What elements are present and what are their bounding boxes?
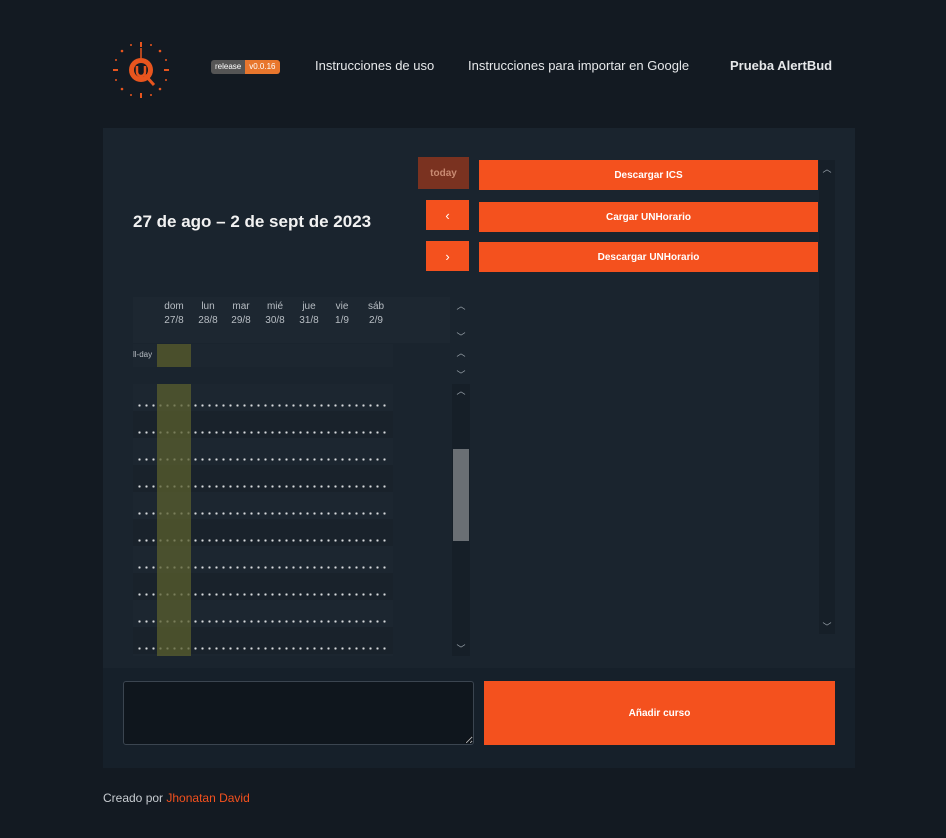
app-logo[interactable]: [110, 40, 172, 100]
grid-scroll-down-icon[interactable]: ﹀: [455, 644, 467, 654]
course-input[interactable]: [123, 681, 474, 745]
footer-credit: Creado por Jhonatan David: [103, 791, 250, 805]
allday-label: ll-day: [133, 350, 153, 359]
nav-usage-instructions[interactable]: Instrucciones de uso: [315, 58, 434, 73]
next-week-button[interactable]: ›: [426, 241, 469, 271]
day-header-mon[interactable]: lun 28/8: [191, 300, 225, 328]
scroll-up-icon[interactable]: ︿: [821, 164, 833, 174]
logo-clock-icon: [113, 42, 169, 98]
allday-scroll-up-icon[interactable]: ︿: [455, 348, 467, 358]
prev-week-button[interactable]: ‹: [426, 200, 469, 230]
allday-today-cell: [157, 344, 191, 367]
header-scroll-down-icon[interactable]: ﹀: [455, 332, 467, 342]
today-button[interactable]: today: [418, 157, 469, 189]
allday-scroll-down-icon[interactable]: ﹀: [455, 370, 467, 380]
add-course-bar: Añadir curso: [103, 668, 855, 768]
scroll-down-icon[interactable]: ﹀: [821, 622, 833, 632]
add-course-button[interactable]: Añadir curso: [484, 681, 835, 745]
main-panel: 27 de ago – 2 de sept de 2023 today ‹ › …: [103, 128, 855, 768]
header-scroll-up-icon[interactable]: ︿: [455, 301, 467, 311]
load-unhorario-button[interactable]: Cargar UNHorario: [479, 202, 818, 232]
chevron-left-icon: ‹: [445, 207, 450, 223]
day-header-thu[interactable]: jue 31/8: [292, 300, 326, 328]
day-header-wed[interactable]: mié 30/8: [258, 300, 292, 328]
calendar-day-header: dom 27/8 lun 28/8 mar 29/8 mié 30/8 jue 31/8 …: [133, 297, 450, 343]
nav-alertbud[interactable]: Prueba AlertBud: [730, 58, 832, 73]
day-header-sat[interactable]: sáb 2/9: [359, 300, 393, 328]
release-badge: release v0.0.16: [211, 60, 280, 74]
footer-prefix: Creado por: [103, 791, 167, 805]
grid-scroll-up-icon[interactable]: ︿: [455, 386, 467, 396]
release-badge-version: v0.0.16: [245, 60, 280, 74]
allday-row[interactable]: ll-day: [133, 344, 393, 367]
day-header-sun[interactable]: dom 27/8: [157, 300, 191, 328]
release-badge-label: release: [211, 60, 246, 74]
time-grid[interactable]: [133, 384, 393, 656]
day-header-tue[interactable]: mar 29/8: [224, 300, 258, 328]
day-header-fri[interactable]: vie 1/9: [325, 300, 359, 328]
download-ics-button[interactable]: Descargar ICS: [479, 160, 818, 190]
actions-scrollbar[interactable]: [819, 160, 835, 634]
today-column-highlight: [157, 384, 191, 656]
footer-author-link[interactable]: Jhonatan David: [166, 791, 249, 805]
chevron-right-icon: ›: [445, 248, 450, 264]
grid-scroll-thumb[interactable]: [453, 449, 469, 541]
nav-google-import-instructions[interactable]: Instrucciones para importar en Google: [468, 58, 689, 73]
download-unhorario-button[interactable]: Descargar UNHorario: [479, 242, 818, 272]
calendar-title: 27 de ago – 2 de sept de 2023: [133, 212, 372, 231]
